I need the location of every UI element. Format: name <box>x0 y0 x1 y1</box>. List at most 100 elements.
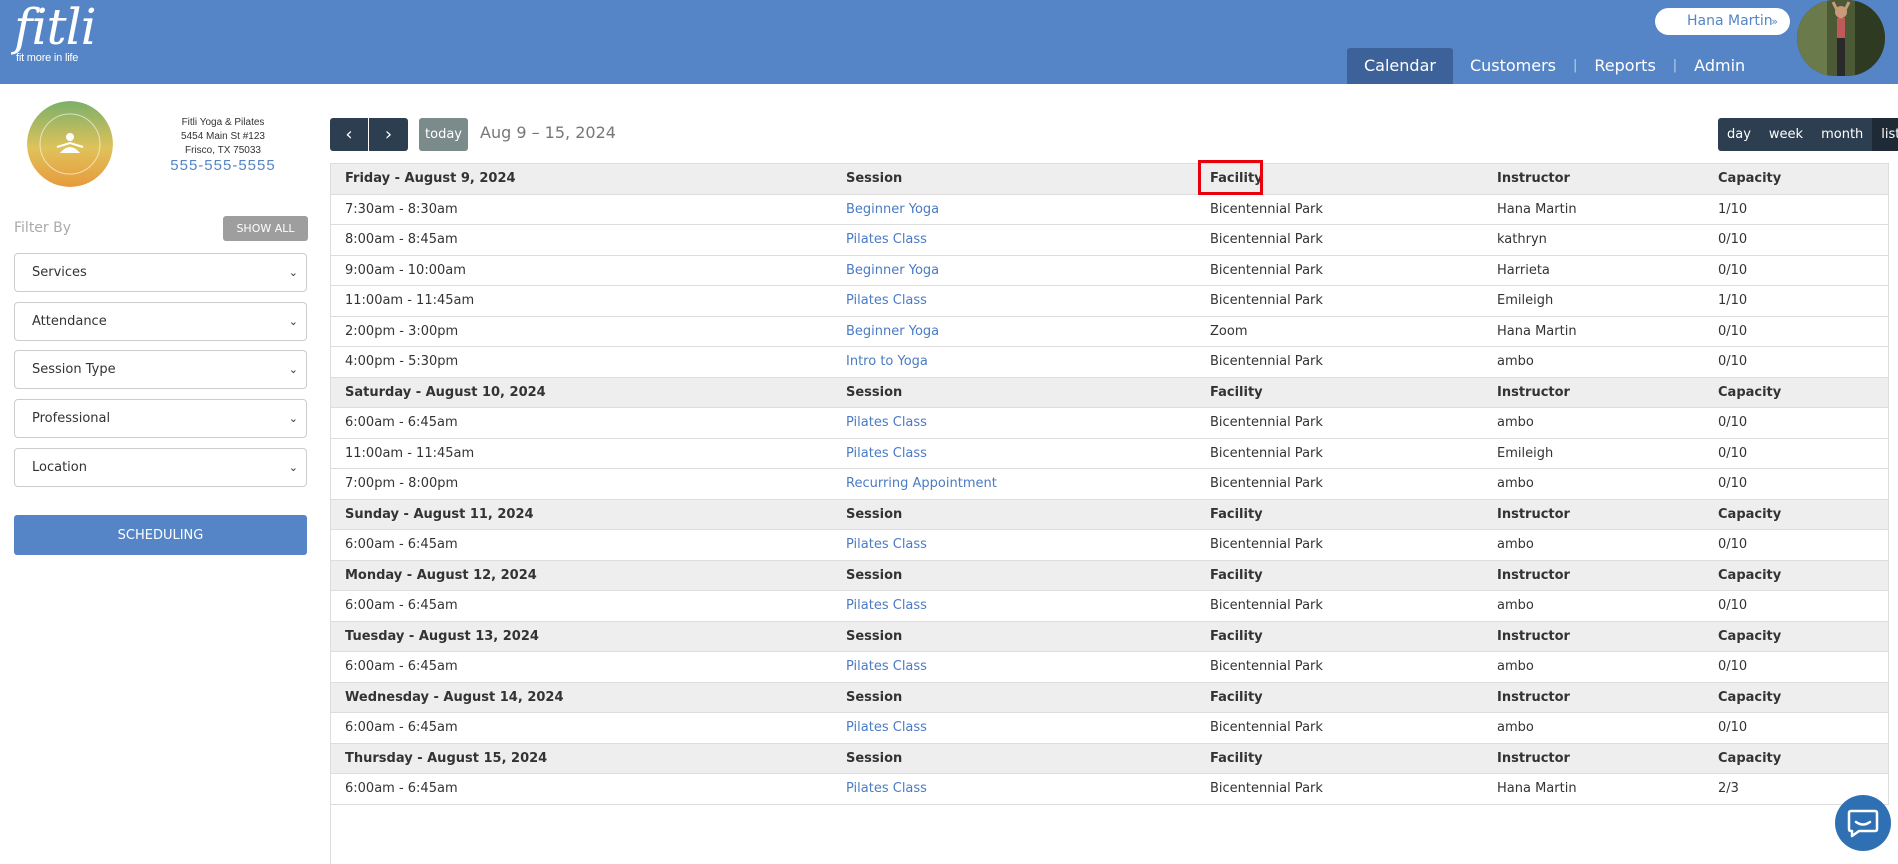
session-link[interactable]: Recurring Appointment <box>846 469 997 499</box>
chevron-left-icon: ‹ <box>345 124 353 145</box>
business-info: Fitli Yoga & Pilates 5454 Main St #123 F… <box>143 116 303 173</box>
session-time: 6:00am - 6:45am <box>345 659 458 674</box>
session-link[interactable]: Pilates Class <box>846 225 927 255</box>
today-button[interactable]: today <box>419 118 468 151</box>
services-select-label: Services <box>32 265 87 280</box>
avatar[interactable] <box>1797 0 1885 76</box>
session-capacity: 0/10 <box>1718 323 1748 339</box>
column-header-capacity: Capacity <box>1718 171 1782 186</box>
session-capacity: 0/10 <box>1718 476 1748 491</box>
services-select[interactable]: Services ⌄ <box>14 253 307 292</box>
session-instructor: Harrieta <box>1497 262 1550 278</box>
nav-customers[interactable]: Customers <box>1453 48 1573 84</box>
session-time: 2:00pm - 3:00pm <box>345 323 459 339</box>
day-header-row: Friday - August 9, 2024 Session Facility In… <box>331 164 1888 195</box>
column-header-capacity: Capacity <box>1718 750 1782 766</box>
session-row[interactable]: 11:00am - 11:45am Pilates Class Bicentenni… <box>331 439 1888 469</box>
show-all-button[interactable]: SHOW ALL <box>223 216 308 241</box>
session-row[interactable]: 2:00pm - 3:00pm Beginner Yoga Zoom Hana Mar… <box>331 317 1888 347</box>
session-instructor: ambo <box>1497 537 1534 552</box>
column-header-session: Session <box>846 689 903 705</box>
view-list-button[interactable]: list <box>1872 118 1898 151</box>
session-capacity: 0/10 <box>1718 720 1748 735</box>
facility-header-highlight <box>1198 160 1263 195</box>
nav-admin[interactable]: Admin <box>1677 48 1762 84</box>
session-row[interactable]: 6:00am - 6:45am Pilates Class Bicentennial… <box>331 530 1888 561</box>
next-week-button[interactable]: › <box>369 118 408 151</box>
session-row[interactable]: 7:30am - 8:30am Beginner Yoga Bicentennial… <box>331 195 1888 225</box>
nav-reports[interactable]: Reports <box>1577 48 1672 84</box>
column-header-instructor: Instructor <box>1497 689 1570 705</box>
chevron-right-icon: › <box>384 124 393 145</box>
session-row[interactable]: 8:00am - 8:45am Pilates Class Bicentennial… <box>331 225 1888 256</box>
chat-bubble-icon <box>1847 809 1879 838</box>
attendance-select[interactable]: Attendance ⌄ <box>14 302 307 341</box>
professional-select[interactable]: Professional ⌄ <box>14 399 307 438</box>
session-row[interactable]: 6:00am - 6:45am Pilates Class Bicentennial… <box>331 652 1888 683</box>
chat-button[interactable] <box>1835 795 1891 851</box>
chevron-down-icon: » <box>1771 15 1778 28</box>
session-row[interactable]: 6:00am - 6:45am Pilates Class Bicentennial… <box>331 591 1888 622</box>
session-link[interactable]: Pilates Class <box>846 591 927 621</box>
logo-brand: fitli <box>14 0 97 56</box>
prev-week-button[interactable]: ‹ <box>330 118 368 151</box>
business-address-line1: 5454 Main St #123 <box>181 131 265 142</box>
location-select[interactable]: Location ⌄ <box>14 448 307 487</box>
session-facility: Bicentennial Park <box>1210 537 1323 552</box>
business-phone[interactable]: 555-555-5555 <box>143 158 303 173</box>
session-time: 6:00am - 6:45am <box>345 720 458 735</box>
view-week-button[interactable]: week <box>1760 118 1812 151</box>
nav-calendar[interactable]: Calendar <box>1347 48 1453 84</box>
session-type-select[interactable]: Session Type ⌄ <box>14 350 307 389</box>
session-row[interactable]: 4:00pm - 5:30pm Intro to Yoga Bicentennial… <box>331 347 1888 378</box>
view-month-button[interactable]: month <box>1812 118 1872 151</box>
location-select-label: Location <box>32 460 87 475</box>
session-instructor: ambo <box>1497 720 1534 735</box>
session-link[interactable]: Beginner Yoga <box>846 195 939 225</box>
day-label: Sunday - August 11, 2024 <box>345 506 534 522</box>
session-link[interactable]: Beginner Yoga <box>846 256 939 286</box>
day-label: Friday - August 9, 2024 <box>345 171 516 186</box>
session-facility: Bicentennial Park <box>1210 781 1323 796</box>
session-capacity: 0/10 <box>1718 232 1748 247</box>
session-capacity: 0/10 <box>1718 445 1748 461</box>
day-header-row: Tuesday - August 13, 2024 Session Facility… <box>331 621 1888 652</box>
session-link[interactable]: Pilates Class <box>846 530 927 560</box>
session-row[interactable]: 6:00am - 6:45am Pilates Class Bicentennial… <box>331 713 1888 744</box>
session-instructor: Hana Martin <box>1497 323 1577 339</box>
session-link[interactable]: Pilates Class <box>846 713 927 743</box>
session-row[interactable]: 6:00am - 6:45am Pilates Class Bicentennial… <box>331 774 1888 805</box>
session-link[interactable]: Pilates Class <box>846 652 927 682</box>
view-day-button[interactable]: day <box>1718 118 1760 151</box>
session-link[interactable]: Pilates Class <box>846 408 927 438</box>
session-row[interactable]: 9:00am - 10:00am Beginner Yoga Bicentennia… <box>331 256 1888 286</box>
session-time: 8:00am - 8:45am <box>345 232 458 247</box>
session-facility: Bicentennial Park <box>1210 659 1323 674</box>
session-link[interactable]: Pilates Class <box>846 439 927 469</box>
session-row[interactable]: 7:00pm - 8:00pm Recurring Appointment Bice… <box>331 469 1888 500</box>
scheduling-button[interactable]: SCHEDULING <box>14 515 307 555</box>
session-link[interactable]: Intro to Yoga <box>846 347 928 377</box>
session-row[interactable]: 11:00am - 11:45am Pilates Class Bicentenni… <box>331 286 1888 317</box>
session-instructor: ambo <box>1497 659 1534 674</box>
session-facility: Bicentennial Park <box>1210 232 1323 247</box>
chevron-down-icon: ⌄ <box>288 412 298 425</box>
chevron-down-icon: ⌄ <box>288 461 298 474</box>
session-facility: Bicentennial Park <box>1210 720 1323 735</box>
date-range-title: Aug 9 – 15, 2024 <box>480 123 616 142</box>
session-instructor: Emileigh <box>1497 445 1554 461</box>
chevron-down-icon: ⌄ <box>288 363 298 376</box>
session-facility: Bicentennial Park <box>1210 354 1323 369</box>
fitli-logo[interactable]: fitli fit more in life <box>14 0 97 64</box>
session-link[interactable]: Pilates Class <box>846 774 927 804</box>
column-header-session: Session <box>846 171 903 186</box>
column-header-instructor: Instructor <box>1497 384 1570 400</box>
session-link[interactable]: Beginner Yoga <box>846 317 939 347</box>
session-facility: Bicentennial Park <box>1210 415 1323 430</box>
column-header-instructor: Instructor <box>1497 750 1570 766</box>
day-label: Monday - August 12, 2024 <box>345 567 537 583</box>
session-row[interactable]: 6:00am - 6:45am Pilates Class Bicentennial… <box>331 408 1888 439</box>
session-link[interactable]: Pilates Class <box>846 286 927 316</box>
user-menu-button[interactable]: Hana Martin » <box>1655 8 1790 35</box>
session-capacity: 0/10 <box>1718 262 1748 278</box>
